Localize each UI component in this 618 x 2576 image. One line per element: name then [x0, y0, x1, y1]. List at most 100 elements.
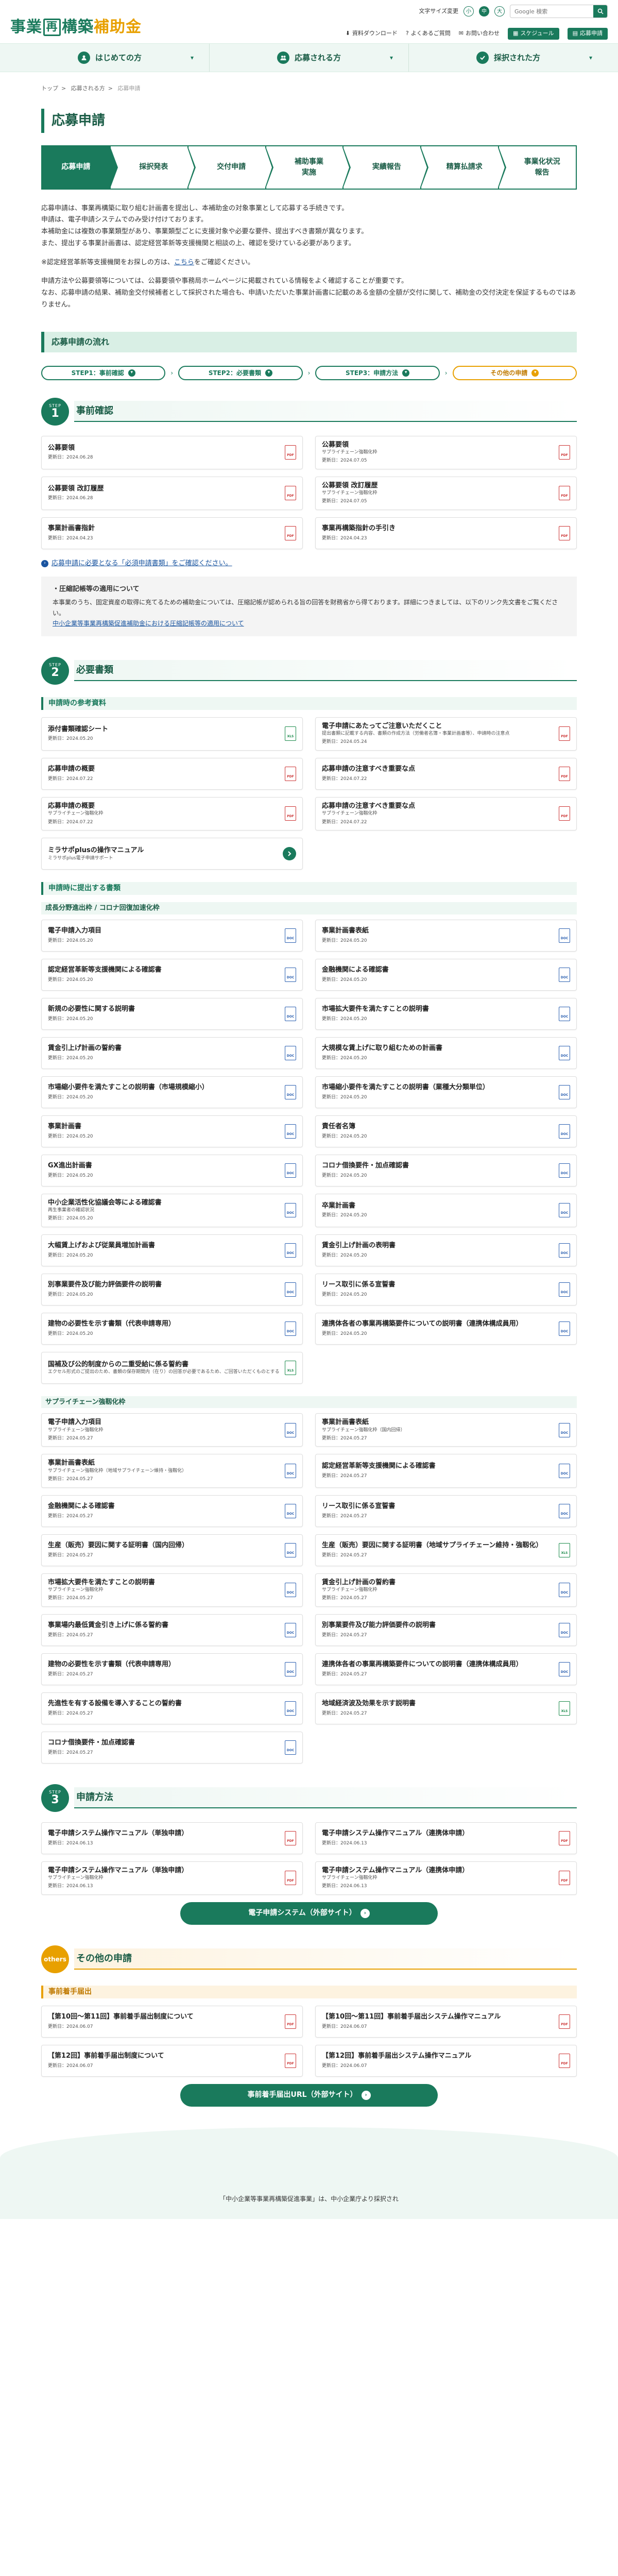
- document-card[interactable]: 事業計画書 更新日：2024.05.20 DOC: [41, 1115, 303, 1147]
- document-card[interactable]: 国補及び公的制度からの二重受給に係る誓約書 エクセル形式のご提出のため、書類の保存…: [41, 1351, 303, 1384]
- breadcrumb-home[interactable]: トップ: [41, 85, 58, 92]
- document-card[interactable]: 公募要領 更新日：2024.06.28 PDF: [41, 435, 303, 469]
- document-card[interactable]: 別事業要件及び能力評価要件の説明書 更新日：2024.05.20 DOC: [41, 1273, 303, 1306]
- breadcrumb-applicants[interactable]: 応募される方: [71, 85, 105, 92]
- document-card[interactable]: 大幅賃上げおよび従業員増加計画書 更新日：2024.05.20 DOC: [41, 1234, 303, 1266]
- document-card[interactable]: 【第10回〜第11回】事前着手届出システム操作マニュアル 更新日：2024.06.…: [315, 2005, 577, 2038]
- apply-button[interactable]: ▤ 応募申請: [567, 28, 608, 40]
- document-card[interactable]: 事業計画書表紙 更新日：2024.05.20 DOC: [315, 919, 577, 952]
- document-card[interactable]: ミラサポplusの操作マニュアル ミラサポplus電子申請サポート: [41, 838, 303, 870]
- document-card[interactable]: リース取引に係る宣誓書 更新日：2024.05.27 DOC: [315, 1495, 577, 1527]
- document-card[interactable]: 連携体各者の事業再構築要件についての説明書（連携体構成員用） 更新日：2024.0…: [315, 1312, 577, 1345]
- document-card[interactable]: 卒業計画書 更新日：2024.05.20 DOC: [315, 1193, 577, 1227]
- download-link[interactable]: ⬇ 資料ダウンロード: [346, 29, 398, 38]
- document-card[interactable]: 応募申請の注意すべき重要な点 サプライチェーン強靱化枠 更新日：2024.07.22…: [315, 796, 577, 831]
- process-step[interactable]: 応募申請: [41, 145, 118, 190]
- nav-item-adopted[interactable]: 採択された方 ▾: [408, 44, 608, 72]
- document-card[interactable]: 応募申請の概要 更新日：2024.07.22 PDF: [41, 757, 303, 790]
- flow-chip-other[interactable]: その他の申請 ▾: [452, 365, 577, 380]
- document-card[interactable]: 事業場内最低賃金引き上げに係る誓約書 更新日：2024.05.27 DOC: [41, 1614, 303, 1646]
- reference-docs-heading: 申請時の参考資料: [41, 697, 577, 710]
- flow-chip-step2[interactable]: STEP2：必要書類 ▾: [178, 365, 303, 380]
- schedule-button[interactable]: ▦ スケジュール: [507, 28, 559, 40]
- card-text: ミラサポplusの操作マニュアル ミラサポplus電子申請サポート: [48, 846, 144, 861]
- document-card[interactable]: 公募要領 改訂履歴 サプライチェーン強靱化枠 更新日：2024.07.05 PDF: [315, 476, 577, 510]
- flow-chip-step3[interactable]: STEP3：申請方法 ▾: [315, 365, 440, 380]
- document-card[interactable]: 中小企業活性化協議会等による確認書 再生事業者の確認状況 更新日：2024.05.2…: [41, 1193, 303, 1227]
- card-subtitle: 再生事業者の確認状況: [48, 1208, 95, 1213]
- document-card[interactable]: 【第12回】事前着手届出システム操作マニュアル 更新日：2024.06.07 PDF: [315, 2044, 577, 2077]
- document-card[interactable]: 事業計画書表紙 サプライチェーン強靱化枠（地域サプライチェーン維持・強靱化） 更新日…: [41, 1454, 303, 1488]
- document-card[interactable]: 市場拡大要件を満たすことの説明書 サプライチェーン強靱化枠 更新日：2024.05.…: [41, 1573, 303, 1607]
- document-card[interactable]: リース取引に係る宣誓書 更新日：2024.05.20 DOC: [315, 1273, 577, 1306]
- document-card[interactable]: 【第10回〜第11回】事前着手届出制度について 更新日：2024.06.07 PDF: [41, 2005, 303, 2038]
- font-size-small-button[interactable]: 小: [464, 6, 474, 16]
- document-card[interactable]: 認定経営革新等支援機関による確認書 更新日：2024.05.20 DOC: [41, 958, 303, 991]
- document-card[interactable]: 添付書類確認シート 更新日：2024.05.20 XLS: [41, 717, 303, 751]
- document-card[interactable]: 金融機関による確認書 更新日：2024.05.27 DOC: [41, 1495, 303, 1527]
- document-card[interactable]: 認定経営革新等支援機関による確認書 更新日：2024.05.27 DOC: [315, 1454, 577, 1488]
- document-card[interactable]: 賃金引上げ計画の表明書 更新日：2024.05.20 DOC: [315, 1234, 577, 1266]
- nav-item-applicants[interactable]: 応募される方 ▾: [209, 44, 408, 72]
- card-text: 卒業計画書 更新日：2024.05.20: [322, 1201, 367, 1219]
- document-card[interactable]: 応募申請の概要 サプライチェーン強靱化枠 更新日：2024.07.22 PDF: [41, 796, 303, 831]
- e-application-system-button[interactable]: 電子申請システム（外部サイト） ›: [180, 1902, 438, 1925]
- document-card[interactable]: 生産（販売）要因に関する証明書（地域サプライチェーン維持・強靱化） 更新日：202…: [315, 1534, 577, 1566]
- document-card[interactable]: 電子申請システム操作マニュアル（単独申請） サプライチェーン強靱化枠 更新日：202…: [41, 1861, 303, 1895]
- document-card[interactable]: 生産（販売）要因に関する証明書（国内回帰） 更新日：2024.05.27 DOC: [41, 1534, 303, 1566]
- advance-start-url-button[interactable]: 事前着手届出URL（外部サイト） ›: [180, 2083, 438, 2107]
- document-card[interactable]: 賃金引上げ計画の誓約書 更新日：2024.05.20 DOC: [41, 1037, 303, 1069]
- document-card[interactable]: 市場拡大要件を満たすことの説明書 更新日：2024.05.20 DOC: [315, 997, 577, 1030]
- document-card[interactable]: 新規の必要性に関する説明書 更新日：2024.05.20 DOC: [41, 997, 303, 1030]
- document-card[interactable]: 電子申請システム操作マニュアル（単独申請） 更新日：2024.06.13 PDF: [41, 1822, 303, 1854]
- contact-link[interactable]: ✉ お問い合わせ: [459, 29, 500, 38]
- document-card[interactable]: 責任者名簿 更新日：2024.05.20 DOC: [315, 1115, 577, 1147]
- search-input[interactable]: [510, 8, 593, 15]
- document-card[interactable]: 先進性を有する設備を導入することの誓約書 更新日：2024.05.27 DOC: [41, 1692, 303, 1724]
- document-card[interactable]: 公募要領 改訂履歴 更新日：2024.06.28 PDF: [41, 476, 303, 510]
- document-card[interactable]: 電子申請システム操作マニュアル（連携体申請） サプライチェーン強靱化枠 更新日：20…: [315, 1861, 577, 1895]
- document-card[interactable]: 電子申請入力項目 サプライチェーン強靱化枠 更新日：2024.05.27 DOC: [41, 1413, 303, 1447]
- document-card[interactable]: 応募申請の注意すべき重要な点 更新日：2024.07.22 PDF: [315, 757, 577, 790]
- document-card[interactable]: 建物の必要性を示す書類（代表申請専用） 更新日：2024.05.20 DOC: [41, 1312, 303, 1345]
- document-card[interactable]: 連携体各者の事業再構築要件についての説明書（連携体構成員用） 更新日：2024.0…: [315, 1653, 577, 1685]
- flow-chip-step1[interactable]: STEP1：事前確認 ▾: [41, 365, 166, 380]
- document-card[interactable]: 市場縮小要件を満たすことの説明書（市場規模縮小） 更新日：2024.05.20 DO…: [41, 1076, 303, 1108]
- document-card[interactable]: 電子申請にあたってご注意いただくこと 提出書類に記載する内容、書類の作成方法（労働…: [315, 717, 577, 751]
- document-card[interactable]: 事業計画書表紙 サプライチェーン強靱化枠（国内回帰） 更新日：2024.05.27 D…: [315, 1413, 577, 1447]
- document-card[interactable]: 電子申請入力項目 更新日：2024.05.20 DOC: [41, 919, 303, 952]
- compressed-entry-link[interactable]: 中小企業等事業再構築促進補助金における圧縮記帳等の適用について: [53, 620, 244, 627]
- process-step[interactable]: 実績報告: [342, 145, 429, 190]
- card-text: 電子申請システム操作マニュアル（連携体申請） サプライチェーン強靱化枠 更新日：20…: [322, 1866, 469, 1890]
- chevron-right-icon: ›: [307, 369, 311, 377]
- document-card[interactable]: 事業計画書指針 更新日：2024.04.23 PDF: [41, 517, 303, 549]
- document-card[interactable]: 事業再構築指針の手引き 更新日：2024.04.23 PDF: [315, 517, 577, 549]
- nav-item-beginners[interactable]: はじめての方 ▾: [10, 44, 209, 72]
- document-card[interactable]: 市場縮小要件を満たすことの説明書（業種大分類単位） 更新日：2024.05.20 D…: [315, 1076, 577, 1108]
- search-button[interactable]: [593, 5, 607, 18]
- font-size-medium-button[interactable]: 中: [479, 6, 489, 16]
- process-step[interactable]: 精算払請求: [420, 145, 507, 190]
- document-card[interactable]: 金融機関による確認書 更新日：2024.05.20 DOC: [315, 958, 577, 991]
- document-card[interactable]: 【第12回】事前着手届出制度について 更新日：2024.06.07 PDF: [41, 2044, 303, 2077]
- document-card[interactable]: コロナ借換要件・加点確認書 更新日：2024.05.27 DOC: [41, 1731, 303, 1764]
- site-logo[interactable]: 事業 再 構築 補助金: [10, 15, 142, 39]
- font-size-large-button[interactable]: 大: [494, 6, 505, 16]
- faq-link[interactable]: ? よくあるご質問: [406, 29, 451, 38]
- support-agency-link[interactable]: こちら: [174, 259, 194, 266]
- document-card[interactable]: 地域経済波及効果を示す説明書 更新日：2024.05.27 XLS: [315, 1692, 577, 1724]
- document-card[interactable]: コロナ借換要件・加点確認書 更新日：2024.05.20 DOC: [315, 1154, 577, 1187]
- process-step[interactable]: 交付申請: [187, 145, 273, 190]
- process-step[interactable]: 採択発表: [109, 145, 196, 190]
- document-card[interactable]: 公募要領 サプライチェーン強靱化枠 更新日：2024.07.05 PDF: [315, 435, 577, 469]
- process-step[interactable]: 補助事業 実施: [265, 145, 351, 190]
- document-card[interactable]: 電子申請システム操作マニュアル（連携体申請） 更新日：2024.06.13 PDF: [315, 1822, 577, 1854]
- document-card[interactable]: 大規模な賃上げに取り組むための計画書 更新日：2024.05.20 DOC: [315, 1037, 577, 1069]
- process-step[interactable]: 事業化状況 報告: [498, 145, 577, 190]
- document-card[interactable]: 賃金引上げ計画の誓約書 サプライチェーン強靱化枠 更新日：2024.05.27 DOC: [315, 1573, 577, 1607]
- document-card[interactable]: 別事業要件及び能力評価要件の説明書 更新日：2024.05.27 DOC: [315, 1614, 577, 1646]
- required-docs-link[interactable]: › 応募申請に必要となる「必須申請書類」をご確認ください。: [41, 558, 577, 569]
- document-card[interactable]: 建物の必要性を示す書類（代表申請専用） 更新日：2024.05.27 DOC: [41, 1653, 303, 1685]
- card-date: 更新日：2024.07.22: [48, 776, 93, 782]
- document-card[interactable]: GX進出計画書 更新日：2024.05.20 DOC: [41, 1154, 303, 1187]
